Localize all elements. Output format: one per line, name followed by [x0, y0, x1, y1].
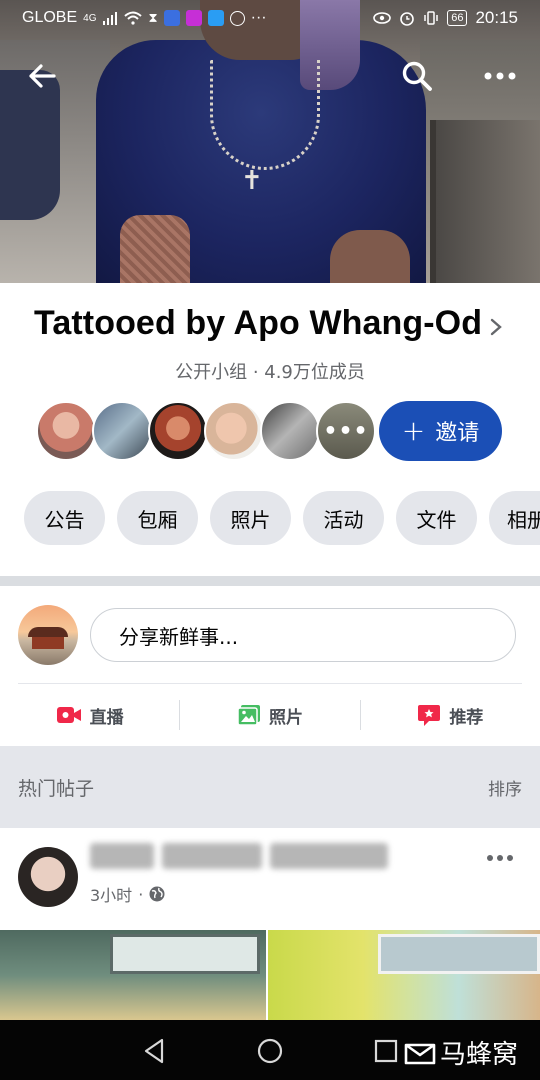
status-bar: GLOBE 4G ⧗ ··· 66 20:15 — [0, 0, 540, 36]
globe-icon — [149, 886, 165, 902]
nav-back-icon[interactable] — [140, 1036, 170, 1066]
tab-files[interactable]: 文件 — [396, 491, 477, 545]
chevron-right-icon[interactable] — [488, 317, 504, 337]
back-button[interactable] — [22, 58, 62, 94]
post-image-left[interactable] — [0, 930, 266, 1020]
tab-label: 文件 — [416, 507, 457, 532]
more-horizontal-icon — [484, 72, 516, 80]
cover-cross-pendant: ✝ — [241, 166, 263, 196]
photo-label: 照片 — [268, 707, 303, 728]
nav-recent-apps-icon[interactable] — [371, 1036, 401, 1066]
more-dots-icon: ••• — [323, 418, 369, 444]
section-title: 热门帖子 — [18, 777, 95, 800]
system-navigation-bar: 马蜂窝 — [0, 1020, 540, 1080]
eye-comfort-icon — [373, 12, 392, 24]
post-author-avatar[interactable] — [18, 847, 78, 907]
tab-label: 照片 — [230, 507, 271, 532]
avatar-building — [32, 637, 64, 649]
nav-home-icon[interactable] — [255, 1036, 285, 1066]
recommend-label: 推荐 — [449, 707, 484, 728]
composer-placeholder: 分享新鲜事... — [119, 624, 239, 649]
member-avatars[interactable]: ••• — [36, 401, 376, 461]
tab-label: 公告 — [44, 507, 85, 532]
cover-tattooed-arm — [120, 215, 190, 283]
cover-hand — [330, 230, 410, 283]
watermark: 马蜂窝 — [404, 1034, 518, 1071]
live-button[interactable]: 直播 — [0, 703, 179, 728]
more-options-button[interactable] — [480, 58, 520, 94]
member-avatar[interactable] — [204, 401, 264, 461]
tab-announcements[interactable]: 公告 — [24, 491, 105, 545]
search-icon — [402, 61, 432, 91]
member-avatar[interactable] — [260, 401, 320, 461]
post-meta: 3小时 · — [90, 882, 165, 906]
live-label: 直播 — [89, 707, 124, 728]
tab-photos[interactable]: 照片 — [210, 491, 291, 545]
image-window — [378, 934, 540, 974]
post-image-right[interactable] — [268, 930, 540, 1020]
user-avatar[interactable] — [18, 605, 78, 665]
shield-app-icon — [163, 10, 180, 26]
group-meta: 公开小组 · 4.9万位成员 — [175, 362, 365, 383]
group-title[interactable]: Tattooed by Apo Whang-Od — [34, 304, 482, 343]
signal-icon — [103, 12, 118, 25]
arrow-left-icon — [29, 64, 56, 88]
blurred-name-part — [90, 843, 154, 869]
photo-icon — [237, 705, 260, 726]
tab-label: 包厢 — [137, 507, 178, 532]
member-avatar[interactable] — [148, 401, 208, 461]
wifi-icon — [124, 11, 143, 25]
composer-actions: 直播 照片 推荐 — [0, 684, 540, 746]
watermark-text: 马蜂窝 — [440, 1040, 519, 1070]
messenger-icon — [229, 10, 245, 26]
group-cover-photo[interactable]: ✝ — [0, 0, 540, 283]
composer-input[interactable]: 分享新鲜事... — [90, 608, 516, 662]
network-type: 4G — [83, 12, 97, 24]
member-avatar[interactable] — [92, 401, 152, 461]
post-time: 3小时 — [90, 886, 133, 905]
meta-dot: · — [138, 884, 144, 904]
tab-label: 活动 — [323, 507, 364, 532]
invite-label: 邀请 — [435, 421, 480, 446]
tab-label: 相册 — [507, 507, 540, 532]
blurred-name-part — [270, 843, 388, 869]
vibrate-icon — [424, 11, 438, 25]
hourglass-icon: ⧗ — [148, 10, 158, 25]
avatar-roof — [28, 627, 68, 637]
image-window — [110, 934, 260, 974]
post-author-name-blurred[interactable] — [90, 843, 390, 875]
group-tabs: 公告 包厢 照片 活动 文件 相册 — [24, 491, 540, 545]
recommend-icon — [418, 705, 441, 726]
invite-button[interactable]: + 邀请 — [379, 401, 502, 461]
sort-button[interactable]: 排序 — [488, 775, 522, 800]
tab-events[interactable]: 活动 — [303, 491, 384, 545]
cover-bench — [430, 120, 540, 283]
video-app-icon — [185, 10, 202, 26]
blurred-name-part — [162, 843, 262, 869]
live-video-icon — [56, 707, 81, 723]
recommend-button[interactable]: 推荐 — [361, 703, 540, 728]
tab-rooms[interactable]: 包厢 — [117, 491, 198, 545]
more-notifications-icon: ··· — [250, 9, 267, 26]
post-images[interactable] — [0, 930, 540, 1020]
section-divider — [0, 576, 540, 586]
carrier-name: GLOBE — [22, 9, 78, 26]
photo-button[interactable]: 照片 — [180, 703, 359, 728]
post-more-icon[interactable] — [485, 848, 515, 868]
member-avatar[interactable] — [36, 401, 96, 461]
tab-albums[interactable]: 相册 — [489, 491, 540, 545]
cover-necklace — [210, 60, 320, 170]
watermark-logo-icon — [404, 1043, 436, 1064]
more-members-avatar[interactable]: ••• — [316, 401, 376, 461]
alarm-icon — [400, 12, 415, 26]
search-button[interactable] — [397, 58, 437, 94]
clock-time: 20:15 — [475, 8, 518, 27]
battery-icon: 66 — [447, 10, 468, 26]
popular-posts-header: 热门帖子 排序 — [0, 746, 540, 828]
plus-icon: + — [401, 414, 426, 447]
translate-app-icon — [207, 10, 224, 26]
